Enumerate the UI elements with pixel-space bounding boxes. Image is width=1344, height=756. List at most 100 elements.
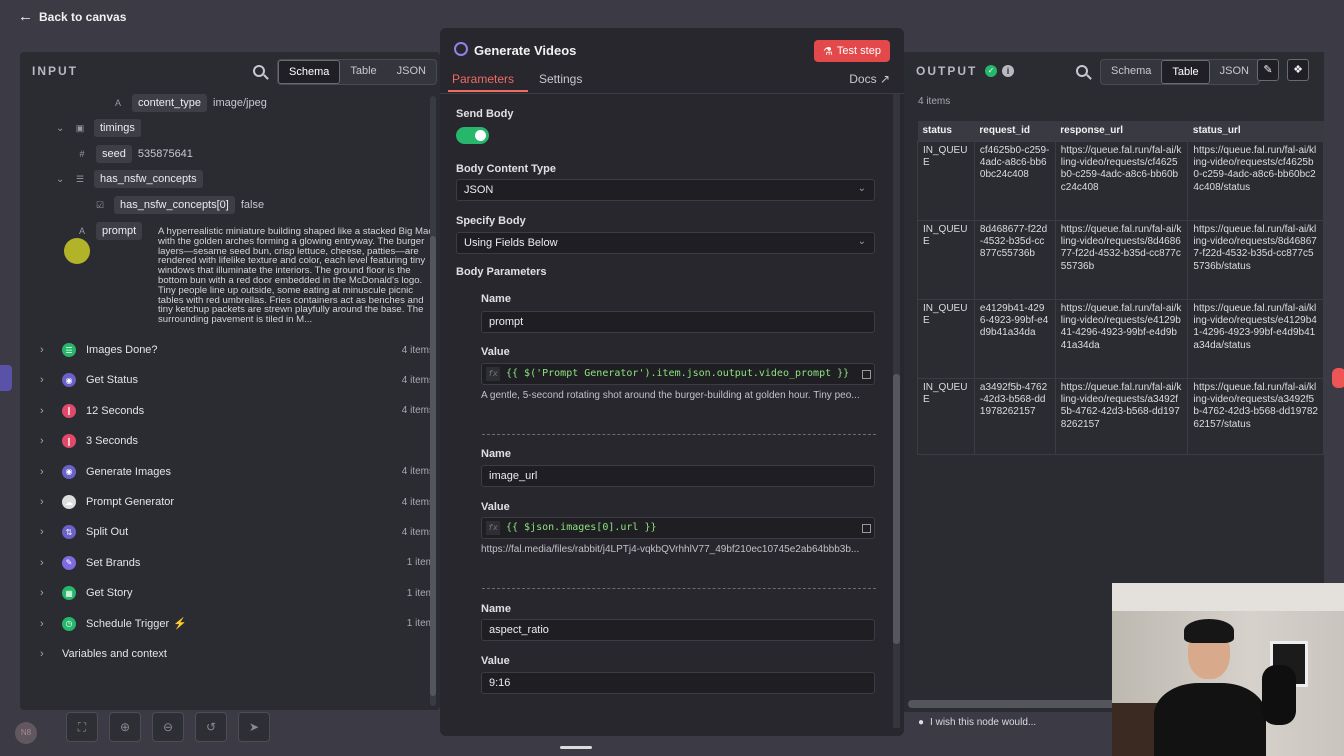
chevron-down-icon: ⌄ xyxy=(857,183,866,194)
node-item[interactable]: › ▦ Get Story 1 item xyxy=(40,582,434,604)
modal-scrollbar[interactable] xyxy=(893,94,900,728)
globe-icon xyxy=(454,42,468,56)
flask-icon: ⚗ xyxy=(823,45,833,58)
input-tab-schema[interactable]: Schema xyxy=(278,60,341,84)
pointer-icon[interactable]: ➤ xyxy=(238,712,270,742)
input-tab-table[interactable]: Table xyxy=(340,60,386,84)
avatar[interactable]: N8 xyxy=(15,722,37,744)
scroll-thumb[interactable] xyxy=(430,236,436,696)
param-value-expression[interactable]: fx {{ $json.images[0].url }} xyxy=(481,517,875,539)
node-item[interactable]: › ◷ Schedule Trigger ⚡ 1 item xyxy=(40,613,434,635)
output-tab-schema[interactable]: Schema xyxy=(1101,60,1161,84)
zoom-in-icon[interactable]: ⊕ xyxy=(109,712,141,742)
boolean-type-icon: ☑ xyxy=(95,199,105,210)
param-value-expression[interactable]: fx {{ $('Prompt Generator').item.json.ou… xyxy=(481,363,875,385)
tab-parameters[interactable]: Parameters xyxy=(452,72,514,86)
node-item[interactable]: › ☰ Images Done? 4 items xyxy=(40,339,434,361)
table-row[interactable]: IN_QUEUE a3492f5b-4762-42d3-b568-dd197826… xyxy=(917,377,1324,455)
chevron-down-icon[interactable]: ⌄ xyxy=(56,174,66,185)
field-key[interactable]: has_nsfw_concepts[0] xyxy=(114,196,235,214)
field-key[interactable]: prompt xyxy=(96,222,143,240)
node-item[interactable]: › ☁ Prompt Generator 4 items xyxy=(40,491,434,513)
zoom-out-icon[interactable]: ⊖ xyxy=(152,712,184,742)
param-value-label: Value xyxy=(481,655,510,667)
output-horizontal-scrollbar[interactable] xyxy=(908,700,1118,708)
table-cell: https://queue.fal.run/fal-ai/kling-video… xyxy=(1054,219,1189,300)
chevron-right-icon: › xyxy=(40,496,44,508)
column-header[interactable]: request_id xyxy=(974,121,1056,141)
lightbulb-icon: ● xyxy=(918,717,925,728)
param-name-label: Name xyxy=(481,448,511,460)
presenter-hair xyxy=(1184,619,1234,643)
search-icon[interactable] xyxy=(1076,65,1088,77)
table-row[interactable]: IN_QUEUE e4129b41-4296-4923-99bf-e4d9b41a… xyxy=(917,298,1324,379)
param-value-input[interactable]: 9:16 xyxy=(481,672,875,694)
fit-view-icon[interactable]: ⛶ xyxy=(66,712,98,742)
feedback-link[interactable]: ● I wish this node would... xyxy=(918,717,1036,728)
expression-text: {{ $('Prompt Generator').item.json.outpu… xyxy=(506,368,850,379)
node-item[interactable]: › ◉ Get Status 4 items xyxy=(40,369,434,391)
split-icon: ⇅ xyxy=(62,525,76,540)
tab-settings[interactable]: Settings xyxy=(539,72,582,86)
list-icon: ☰ xyxy=(62,343,76,357)
divider xyxy=(482,434,876,435)
output-tab-json[interactable]: JSON xyxy=(1210,60,1259,84)
undo-icon[interactable]: ↺ xyxy=(195,712,227,742)
body-content-type-select[interactable]: JSON ⌄ xyxy=(456,179,875,201)
field-key[interactable]: timings xyxy=(94,119,141,137)
pin-icon[interactable]: ❖ xyxy=(1287,59,1309,81)
send-body-toggle[interactable] xyxy=(456,127,489,144)
node-label: Get Status xyxy=(86,374,138,387)
field-value: false xyxy=(240,199,265,211)
resize-handle[interactable] xyxy=(560,746,592,749)
param-name-input[interactable]: image_url xyxy=(481,465,875,487)
field-key[interactable]: content_type xyxy=(132,94,207,112)
input-tab-json[interactable]: JSON xyxy=(387,60,436,84)
variables-and-context[interactable]: › Variables and context xyxy=(40,643,434,665)
active-tab-underline xyxy=(448,90,528,92)
column-header[interactable]: response_url xyxy=(1055,121,1188,141)
param-value-label: Value xyxy=(481,501,510,513)
back-to-canvas-button[interactable]: ← Back to canvas xyxy=(18,9,126,24)
node-item[interactable]: › ✎ Set Brands 1 item xyxy=(40,552,434,574)
send-body-label: Send Body xyxy=(456,108,514,120)
param-name-input[interactable]: prompt xyxy=(481,311,875,333)
info-icon[interactable]: i xyxy=(1002,65,1014,77)
chevron-right-icon: › xyxy=(40,526,44,539)
expression-preview: A gentle, 5-second rotating shot around … xyxy=(481,390,860,401)
param-name-input[interactable]: aspect_ratio xyxy=(481,619,875,641)
field-seed: # seed 535875641 xyxy=(74,145,193,163)
node-item[interactable]: › ❙ 3 Seconds xyxy=(40,430,434,452)
field-key[interactable]: seed xyxy=(96,145,132,163)
cloud-icon: ☁ xyxy=(62,495,76,509)
field-key[interactable]: has_nsfw_concepts xyxy=(94,170,203,188)
node-label: Schedule Trigger xyxy=(86,617,170,630)
expand-icon[interactable] xyxy=(862,370,871,379)
table-row[interactable]: IN_QUEUE cf4625b0-c259-4adc-a8c6-bb60bc24… xyxy=(917,140,1324,221)
chevron-right-icon: › xyxy=(40,344,44,356)
test-step-button[interactable]: ⚗ Test step xyxy=(814,40,890,62)
node-item[interactable]: › ◉ Generate Images 4 items xyxy=(40,461,434,483)
search-icon[interactable] xyxy=(253,65,265,77)
column-header[interactable]: status xyxy=(917,121,975,141)
output-tab-table[interactable]: Table xyxy=(1161,60,1210,84)
input-scrollbar[interactable] xyxy=(430,96,436,706)
scroll-thumb[interactable] xyxy=(893,374,900,644)
globe-icon: ◉ xyxy=(62,373,76,388)
table-cell: https://queue.fal.run/fal-ai/kling-video… xyxy=(1054,298,1189,379)
chevron-right-icon: › xyxy=(40,648,44,660)
edit-pencil-icon[interactable]: ✎ xyxy=(1257,59,1279,81)
external-link-icon: ↗ xyxy=(879,72,890,86)
specify-body-select[interactable]: Using Fields Below ⌄ xyxy=(456,232,875,254)
column-header[interactable]: status_url xyxy=(1187,121,1324,141)
prompt-value: A hyperrealistic miniature building shap… xyxy=(158,226,436,326)
node-item[interactable]: › ⇅ Split Out 4 items xyxy=(40,521,434,543)
table-cell: https://queue.fal.run/fal-ai/kling-video… xyxy=(1187,298,1324,379)
table-row[interactable]: IN_QUEUE 8d468677-f22d-4532-b35d-cc877c55… xyxy=(917,219,1324,300)
expression-text: {{ $json.images[0].url }} xyxy=(506,522,657,533)
node-item[interactable]: › ❙ 12 Seconds 4 items xyxy=(40,400,434,422)
docs-link[interactable]: Docs ↗ xyxy=(849,72,890,86)
expand-icon[interactable] xyxy=(862,524,871,533)
node-title[interactable]: Generate Videos xyxy=(474,43,576,58)
chevron-down-icon[interactable]: ⌄ xyxy=(56,123,66,134)
